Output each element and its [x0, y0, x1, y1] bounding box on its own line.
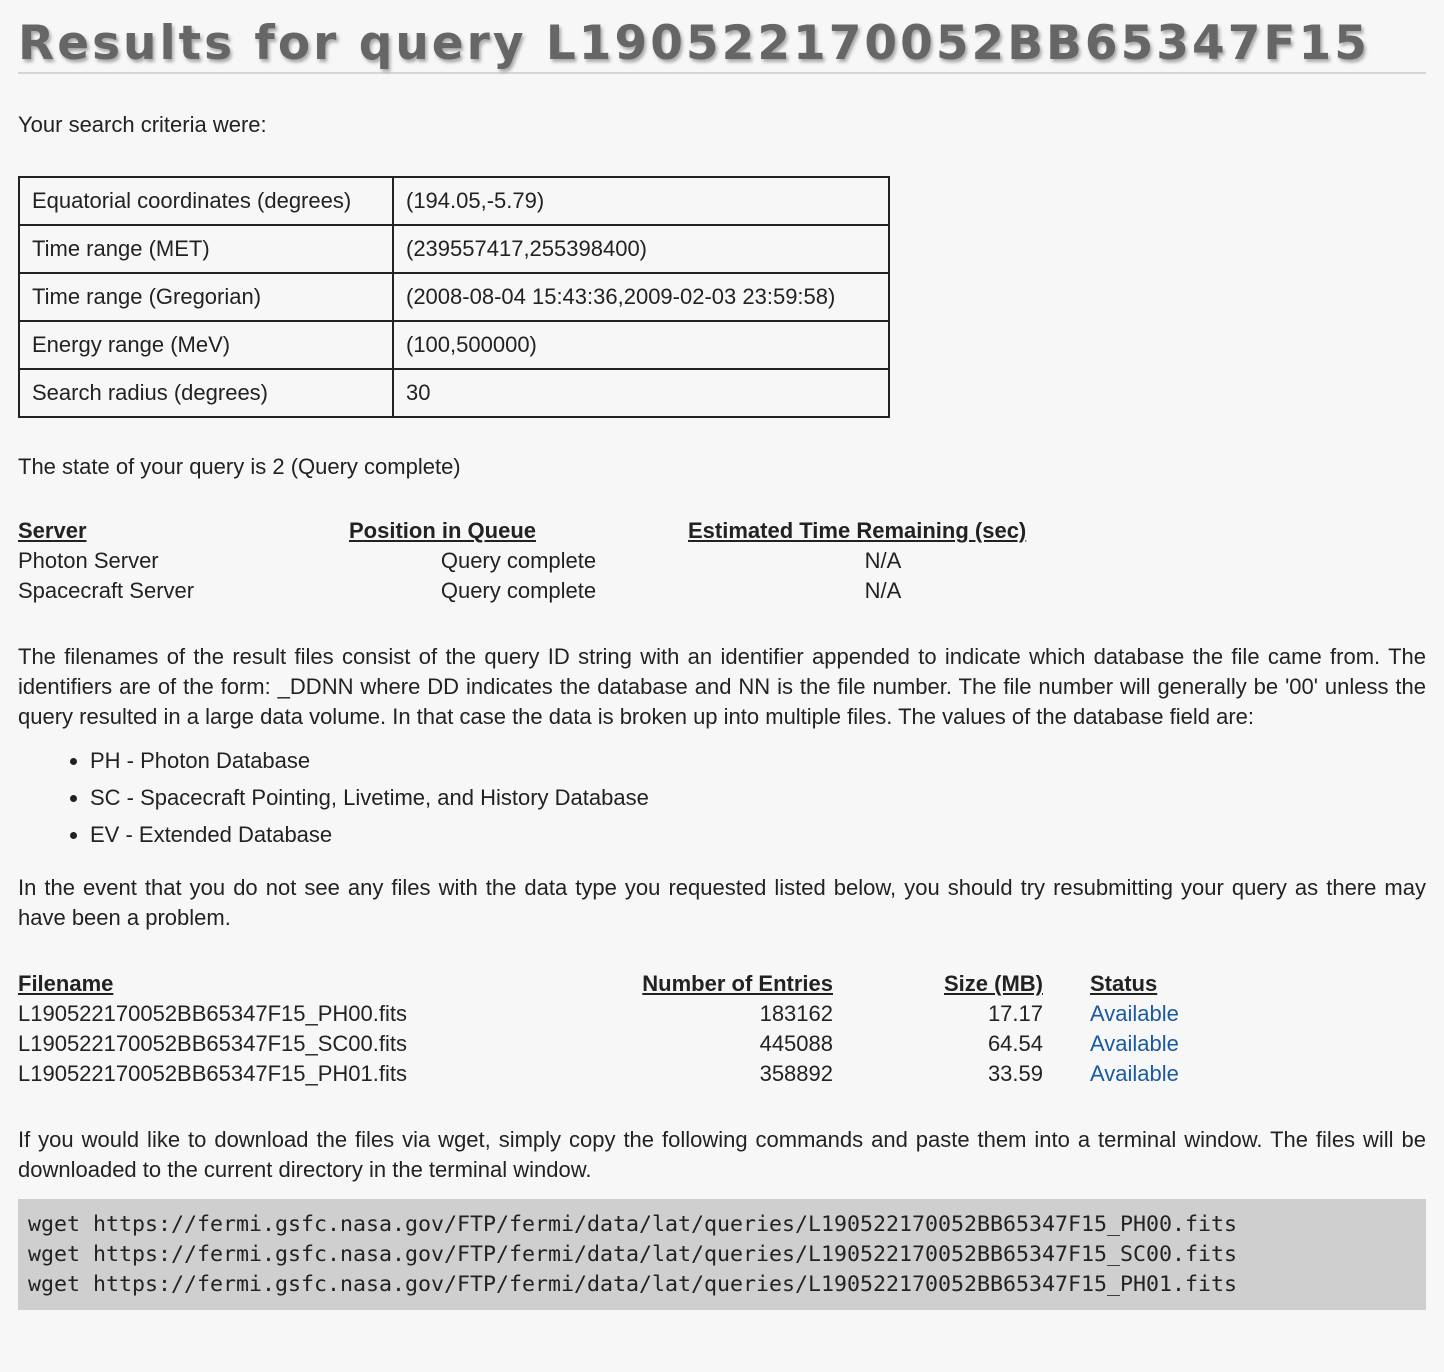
file-status-link[interactable]: Available [1090, 1031, 1179, 1056]
filename-explanation: The filenames of the result files consis… [18, 644, 1426, 729]
file-name: L190522170052BB65347F15_PH01.fits [18, 1061, 407, 1086]
criteria-intro: Your search criteria were: [18, 112, 267, 137]
database-list: PH - Photon Database SC - Spacecraft Poi… [18, 742, 1426, 853]
queue-header-server: Server [18, 518, 87, 543]
criteria-value: (194.05,-5.79) [392, 176, 890, 226]
files-header-size: Size (MB) [944, 971, 1043, 996]
wget-command[interactable]: wget https://fermi.gsfc.nasa.gov/FTP/fer… [28, 1270, 1416, 1300]
files-header-filename: Filename [18, 971, 114, 996]
criteria-value: (2008-08-04 15:43:36,2009-02-03 23:59:58… [392, 272, 890, 322]
queue-position: Query complete [440, 578, 597, 603]
file-size: 17.17 [987, 1001, 1043, 1026]
queue-header-time: Estimated Time Remaining (sec) [688, 518, 1027, 543]
search-criteria-table: Equatorial coordinates (degrees) (194.05… [18, 176, 890, 418]
criteria-key: Equatorial coordinates (degrees) [18, 176, 394, 226]
results-page: Results for query L190522170052BB65347F1… [0, 0, 1444, 1310]
page-title: Results for query L190522170052BB65347F1… [18, 0, 1426, 74]
list-item: SC - Spacecraft Pointing, Livetime, and … [90, 779, 1426, 816]
file-entries: 445088 [759, 1031, 833, 1056]
query-state: The state of your query is 2 (Query comp… [18, 454, 461, 479]
list-item: PH - Photon Database [90, 742, 1426, 779]
wget-command[interactable]: wget https://fermi.gsfc.nasa.gov/FTP/fer… [28, 1240, 1416, 1270]
file-size: 33.59 [987, 1061, 1043, 1086]
criteria-key: Time range (Gregorian) [18, 272, 394, 322]
criteria-key: Time range (MET) [18, 224, 394, 274]
file-status-link[interactable]: Available [1090, 1001, 1179, 1026]
queue-table: Server Position in Queue Estimated Time … [18, 516, 1426, 606]
file-name: L190522170052BB65347F15_PH00.fits [18, 1001, 407, 1026]
queue-time: N/A [864, 548, 902, 573]
queue-server: Photon Server [18, 548, 159, 573]
wget-instructions: If you would like to download the files … [18, 1127, 1426, 1182]
criteria-row: Search radius (degrees) 30 [18, 368, 890, 418]
files-header-entries: Number of Entries [642, 971, 833, 996]
file-size: 64.54 [987, 1031, 1043, 1056]
queue-time: N/A [864, 578, 902, 603]
criteria-key: Search radius (degrees) [18, 368, 394, 418]
file-status-link[interactable]: Available [1090, 1061, 1179, 1086]
wget-command[interactable]: wget https://fermi.gsfc.nasa.gov/FTP/fer… [28, 1210, 1416, 1240]
criteria-key: Energy range (MeV) [18, 320, 394, 370]
criteria-row: Energy range (MeV) (100,500000) [18, 320, 890, 370]
criteria-row: Time range (MET) (239557417,255398400) [18, 224, 890, 274]
criteria-row: Time range (Gregorian) (2008-08-04 15:43… [18, 272, 890, 322]
criteria-value: (239557417,255398400) [392, 224, 890, 274]
criteria-value: 30 [392, 368, 890, 418]
files-table: Filename Number of Entries Size (MB) Sta… [18, 969, 1426, 1089]
criteria-row: Equatorial coordinates (degrees) (194.05… [18, 176, 890, 226]
file-name: L190522170052BB65347F15_SC00.fits [18, 1031, 407, 1056]
wget-commands-block[interactable]: wget https://fermi.gsfc.nasa.gov/FTP/fer… [18, 1199, 1426, 1310]
files-header-status: Status [1090, 971, 1158, 996]
file-entries: 358892 [759, 1061, 833, 1086]
criteria-value: (100,500000) [392, 320, 890, 370]
queue-server: Spacecraft Server [18, 578, 195, 603]
resubmit-note: In the event that you do not see any fil… [18, 875, 1426, 930]
queue-header-position: Position in Queue [349, 518, 537, 543]
list-item: EV - Extended Database [90, 816, 1426, 853]
file-entries: 183162 [759, 1001, 833, 1026]
queue-position: Query complete [440, 548, 597, 573]
